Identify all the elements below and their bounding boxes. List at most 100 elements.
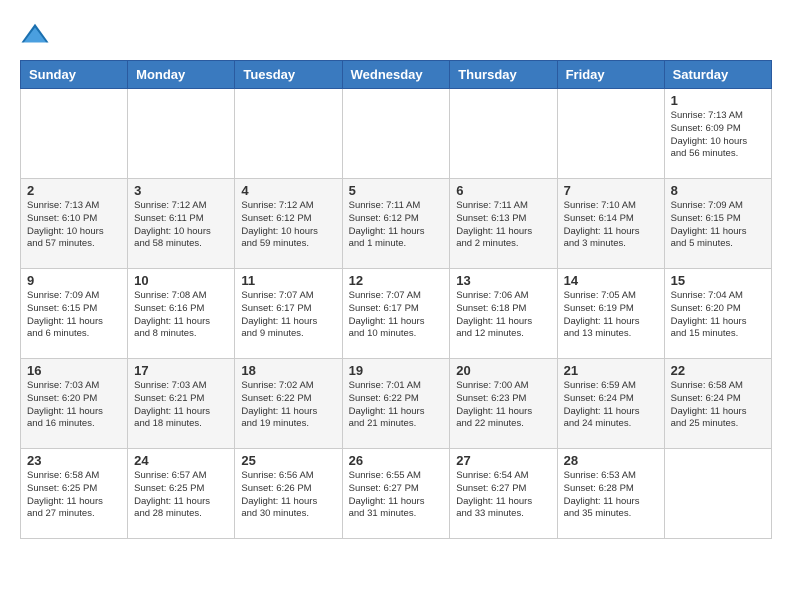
day-number: 24 (134, 453, 228, 468)
day-cell: 17 Sunrise: 7:03 AM Sunset: 6:21 PM Dayli… (128, 359, 235, 449)
week-row-4: 16 Sunrise: 7:03 AM Sunset: 6:20 PM Dayli… (21, 359, 772, 449)
day-cell: 5 Sunrise: 7:11 AM Sunset: 6:12 PM Daylig… (342, 179, 450, 269)
day-cell: 21Sunrise: 6:59 AM Sunset: 6:24 PM Dayli… (557, 359, 664, 449)
day-number: 12 (349, 273, 444, 288)
day-info: Sunrise: 6:54 AM Sunset: 6:27 PM Dayligh… (456, 470, 550, 521)
header-monday: Monday (128, 61, 235, 89)
day-number: 1 (671, 93, 765, 108)
day-number: 27 (456, 453, 550, 468)
day-number: 9 (27, 273, 121, 288)
day-cell (21, 89, 128, 179)
day-number: 7 (564, 183, 658, 198)
day-info: Sunrise: 7:09 AM Sunset: 6:15 PM Dayligh… (27, 290, 121, 341)
day-cell: 16 Sunrise: 7:03 AM Sunset: 6:20 PM Dayli… (21, 359, 128, 449)
day-cell: 9 Sunrise: 7:09 AM Sunset: 6:15 PM Daylig… (21, 269, 128, 359)
day-cell: 10 Sunrise: 7:08 AM Sunset: 6:16 PM Dayli… (128, 269, 235, 359)
day-cell: 15 Sunrise: 7:04 AM Sunset: 6:20 PM Dayli… (664, 269, 771, 359)
header-thursday: Thursday (450, 61, 557, 89)
day-cell (342, 89, 450, 179)
week-row-1: 1 Sunrise: 7:13 AM Sunset: 6:09 PM Daylig… (21, 89, 772, 179)
day-number: 10 (134, 273, 228, 288)
day-info: Sunrise: 6:58 AM Sunset: 6:24 PM Dayligh… (671, 380, 765, 431)
day-cell: 18 Sunrise: 7:02 AM Sunset: 6:22 PM Dayli… (235, 359, 342, 449)
day-cell (557, 89, 664, 179)
day-cell: 8 Sunrise: 7:09 AM Sunset: 6:15 PM Daylig… (664, 179, 771, 269)
day-cell (128, 89, 235, 179)
week-row-2: 2 Sunrise: 7:13 AM Sunset: 6:10 PM Daylig… (21, 179, 772, 269)
day-number: 8 (671, 183, 765, 198)
day-number: 15 (671, 273, 765, 288)
day-info: Sunrise: 7:00 AM Sunset: 6:23 PM Dayligh… (456, 380, 550, 431)
day-cell (450, 89, 557, 179)
day-cell: 4 Sunrise: 7:12 AM Sunset: 6:12 PM Daylig… (235, 179, 342, 269)
day-cell: 14 Sunrise: 7:05 AM Sunset: 6:19 PM Dayli… (557, 269, 664, 359)
day-info: Sunrise: 7:07 AM Sunset: 6:17 PM Dayligh… (349, 290, 444, 341)
day-cell: 12 Sunrise: 7:07 AM Sunset: 6:17 PM Dayli… (342, 269, 450, 359)
week-row-5: 23 Sunrise: 6:58 AM Sunset: 6:25 PM Dayli… (21, 449, 772, 539)
day-number: 6 (456, 183, 550, 198)
day-info: Sunrise: 7:11 AM Sunset: 6:13 PM Dayligh… (456, 200, 550, 251)
day-cell (664, 449, 771, 539)
day-cell: 25Sunrise: 6:56 AM Sunset: 6:26 PM Dayli… (235, 449, 342, 539)
day-number: 2 (27, 183, 121, 198)
day-number: 22 (671, 363, 765, 378)
day-info: Sunrise: 7:02 AM Sunset: 6:22 PM Dayligh… (241, 380, 335, 431)
logo-icon (20, 20, 50, 50)
day-number: 17 (134, 363, 228, 378)
day-info: Sunrise: 7:12 AM Sunset: 6:11 PM Dayligh… (134, 200, 228, 251)
week-row-3: 9 Sunrise: 7:09 AM Sunset: 6:15 PM Daylig… (21, 269, 772, 359)
header-tuesday: Tuesday (235, 61, 342, 89)
day-info: Sunrise: 6:58 AM Sunset: 6:25 PM Dayligh… (27, 470, 121, 521)
day-cell: 22 Sunrise: 6:58 AM Sunset: 6:24 PM Dayli… (664, 359, 771, 449)
day-cell: 2 Sunrise: 7:13 AM Sunset: 6:10 PM Daylig… (21, 179, 128, 269)
day-info: Sunrise: 7:06 AM Sunset: 6:18 PM Dayligh… (456, 290, 550, 341)
day-number: 20 (456, 363, 550, 378)
day-cell: 26 Sunrise: 6:55 AM Sunset: 6:27 PM Dayli… (342, 449, 450, 539)
logo (20, 20, 54, 50)
day-cell: 11 Sunrise: 7:07 AM Sunset: 6:17 PM Dayli… (235, 269, 342, 359)
day-info: Sunrise: 7:09 AM Sunset: 6:15 PM Dayligh… (671, 200, 765, 251)
day-info: Sunrise: 7:01 AM Sunset: 6:22 PM Dayligh… (349, 380, 444, 431)
day-info: Sunrise: 7:10 AM Sunset: 6:14 PM Dayligh… (564, 200, 658, 251)
day-number: 26 (349, 453, 444, 468)
day-number: 5 (349, 183, 444, 198)
day-number: 19 (349, 363, 444, 378)
day-cell: 7 Sunrise: 7:10 AM Sunset: 6:14 PM Daylig… (557, 179, 664, 269)
day-number: 28 (564, 453, 658, 468)
day-info: Sunrise: 6:53 AM Sunset: 6:28 PM Dayligh… (564, 470, 658, 521)
day-number: 4 (241, 183, 335, 198)
day-cell: 3 Sunrise: 7:12 AM Sunset: 6:11 PM Daylig… (128, 179, 235, 269)
day-info: Sunrise: 7:07 AM Sunset: 6:17 PM Dayligh… (241, 290, 335, 341)
day-cell: 20 Sunrise: 7:00 AM Sunset: 6:23 PM Dayli… (450, 359, 557, 449)
day-info: Sunrise: 7:05 AM Sunset: 6:19 PM Dayligh… (564, 290, 658, 341)
day-info: Sunrise: 7:11 AM Sunset: 6:12 PM Dayligh… (349, 200, 444, 251)
day-number: 16 (27, 363, 121, 378)
day-cell: 13 Sunrise: 7:06 AM Sunset: 6:18 PM Dayli… (450, 269, 557, 359)
day-cell (235, 89, 342, 179)
day-info: Sunrise: 7:03 AM Sunset: 6:21 PM Dayligh… (134, 380, 228, 431)
day-cell: 24 Sunrise: 6:57 AM Sunset: 6:25 PM Dayli… (128, 449, 235, 539)
day-info: Sunrise: 7:08 AM Sunset: 6:16 PM Dayligh… (134, 290, 228, 341)
day-info: Sunrise: 7:04 AM Sunset: 6:20 PM Dayligh… (671, 290, 765, 341)
header (20, 20, 772, 50)
day-number: 13 (456, 273, 550, 288)
day-info: Sunrise: 7:13 AM Sunset: 6:09 PM Dayligh… (671, 110, 765, 161)
day-number: 23 (27, 453, 121, 468)
day-cell: 6 Sunrise: 7:11 AM Sunset: 6:13 PM Daylig… (450, 179, 557, 269)
day-number: 18 (241, 363, 335, 378)
day-number: 11 (241, 273, 335, 288)
day-cell: 1 Sunrise: 7:13 AM Sunset: 6:09 PM Daylig… (664, 89, 771, 179)
day-cell: 28 Sunrise: 6:53 AM Sunset: 6:28 PM Dayli… (557, 449, 664, 539)
day-info: Sunrise: 7:03 AM Sunset: 6:20 PM Dayligh… (27, 380, 121, 431)
header-friday: Friday (557, 61, 664, 89)
day-info: Sunrise: 7:12 AM Sunset: 6:12 PM Dayligh… (241, 200, 335, 251)
day-cell: 19 Sunrise: 7:01 AM Sunset: 6:22 PM Dayli… (342, 359, 450, 449)
day-info: Sunrise: 7:13 AM Sunset: 6:10 PM Dayligh… (27, 200, 121, 251)
day-info: Sunrise: 6:57 AM Sunset: 6:25 PM Dayligh… (134, 470, 228, 521)
day-number: 25 (241, 453, 335, 468)
day-info: Sunrise: 6:55 AM Sunset: 6:27 PM Dayligh… (349, 470, 444, 521)
calendar-table: SundayMondayTuesdayWednesdayThursdayFrid… (20, 60, 772, 539)
day-number: 14 (564, 273, 658, 288)
day-number: 3 (134, 183, 228, 198)
header-wednesday: Wednesday (342, 61, 450, 89)
